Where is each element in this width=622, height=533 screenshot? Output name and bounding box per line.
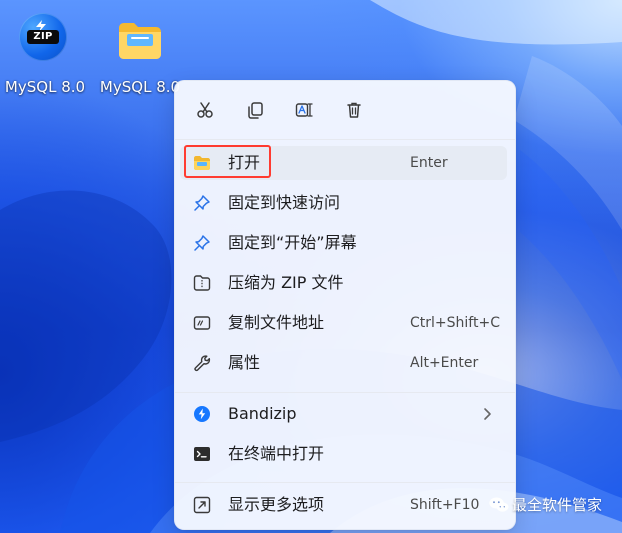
folder-graphic	[119, 23, 161, 59]
watermark: 最全软件管家	[488, 495, 616, 519]
rename-button[interactable]	[286, 94, 322, 126]
menu-item-label: 在终端中打开	[228, 444, 325, 463]
menu-item-shortcut: Ctrl+Shift+C	[410, 315, 500, 331]
rename-icon	[295, 103, 313, 117]
chevron-right-icon	[480, 405, 494, 423]
menu-divider-1	[175, 392, 515, 393]
pin-start-icon	[192, 233, 212, 253]
wrench-icon	[192, 353, 212, 373]
delete-button[interactable]	[336, 94, 372, 126]
toolbar-divider	[175, 139, 515, 140]
menu-divider-2	[175, 482, 515, 483]
folder-open-icon	[192, 153, 212, 173]
menu-item-shortcut: Shift+F10	[410, 497, 480, 513]
menu-item-shortcut: Enter	[410, 155, 448, 171]
desktop-icon-mysql-folder[interactable]: MySQL 8.0	[97, 8, 183, 96]
menu-item-properties[interactable]: 属性 Alt+Enter	[180, 346, 507, 380]
cut-button[interactable]	[187, 94, 223, 126]
desktop-icon-label: MySQL 8.0	[99, 78, 181, 96]
desktop-icon-label: MySQL 8.0	[4, 78, 86, 96]
cut-icon	[197, 102, 213, 118]
menu-item-label: 属性	[228, 353, 261, 372]
menu-item-open[interactable]: 打开 Enter	[180, 146, 507, 180]
menu-item-label: 打开	[228, 153, 261, 172]
copy-button[interactable]	[237, 94, 273, 126]
menu-item-show-more-options[interactable]: 显示更多选项 Shift+F10	[180, 488, 507, 522]
menu-item-pin-start[interactable]: 固定到“开始”屏幕	[180, 226, 507, 260]
menu-item-label: 复制文件地址	[228, 313, 325, 332]
menu-item-label: 固定到快速访问	[228, 193, 341, 212]
copy-icon	[248, 102, 263, 119]
menu-item-shortcut: Alt+Enter	[410, 355, 479, 371]
delete-icon	[347, 102, 361, 118]
menu-item-label: 固定到“开始”屏幕	[228, 233, 357, 252]
watermark-text: 最全软件管家	[512, 496, 603, 514]
menu-item-label: 显示更多选项	[228, 495, 325, 514]
menu-item-label: Bandizip	[228, 404, 297, 423]
bandizip-zip-icon: ZIP	[18, 12, 72, 66]
terminal-icon	[192, 444, 212, 464]
menu-item-label: 压缩为 ZIP 文件	[228, 273, 344, 292]
copy-path-icon	[192, 313, 212, 333]
menu-item-open-in-terminal[interactable]: 在终端中打开	[180, 437, 507, 471]
menu-item-pin-quick-access[interactable]: 固定到快速访问	[180, 186, 507, 220]
menu-item-copy-path[interactable]: 复制文件地址 Ctrl+Shift+C	[180, 306, 507, 340]
context-menu-toolbar	[175, 81, 515, 139]
bandizip-icon	[192, 404, 212, 424]
context-menu: 打开 Enter 固定到快速访问 固定到“开始”屏幕 压缩为 ZIP 文件 复制…	[174, 80, 516, 530]
menu-item-bandizip[interactable]: Bandizip	[180, 397, 507, 431]
pin-icon	[192, 193, 212, 213]
desktop-icon-mysql-zip[interactable]: ZIP MySQL 8.0	[2, 8, 88, 96]
more-options-icon	[192, 495, 212, 515]
menu-item-compress-zip[interactable]: 压缩为 ZIP 文件	[180, 266, 507, 300]
compress-zip-icon	[192, 273, 212, 293]
folder-icon	[113, 12, 167, 66]
wechat-icon	[489, 497, 509, 512]
